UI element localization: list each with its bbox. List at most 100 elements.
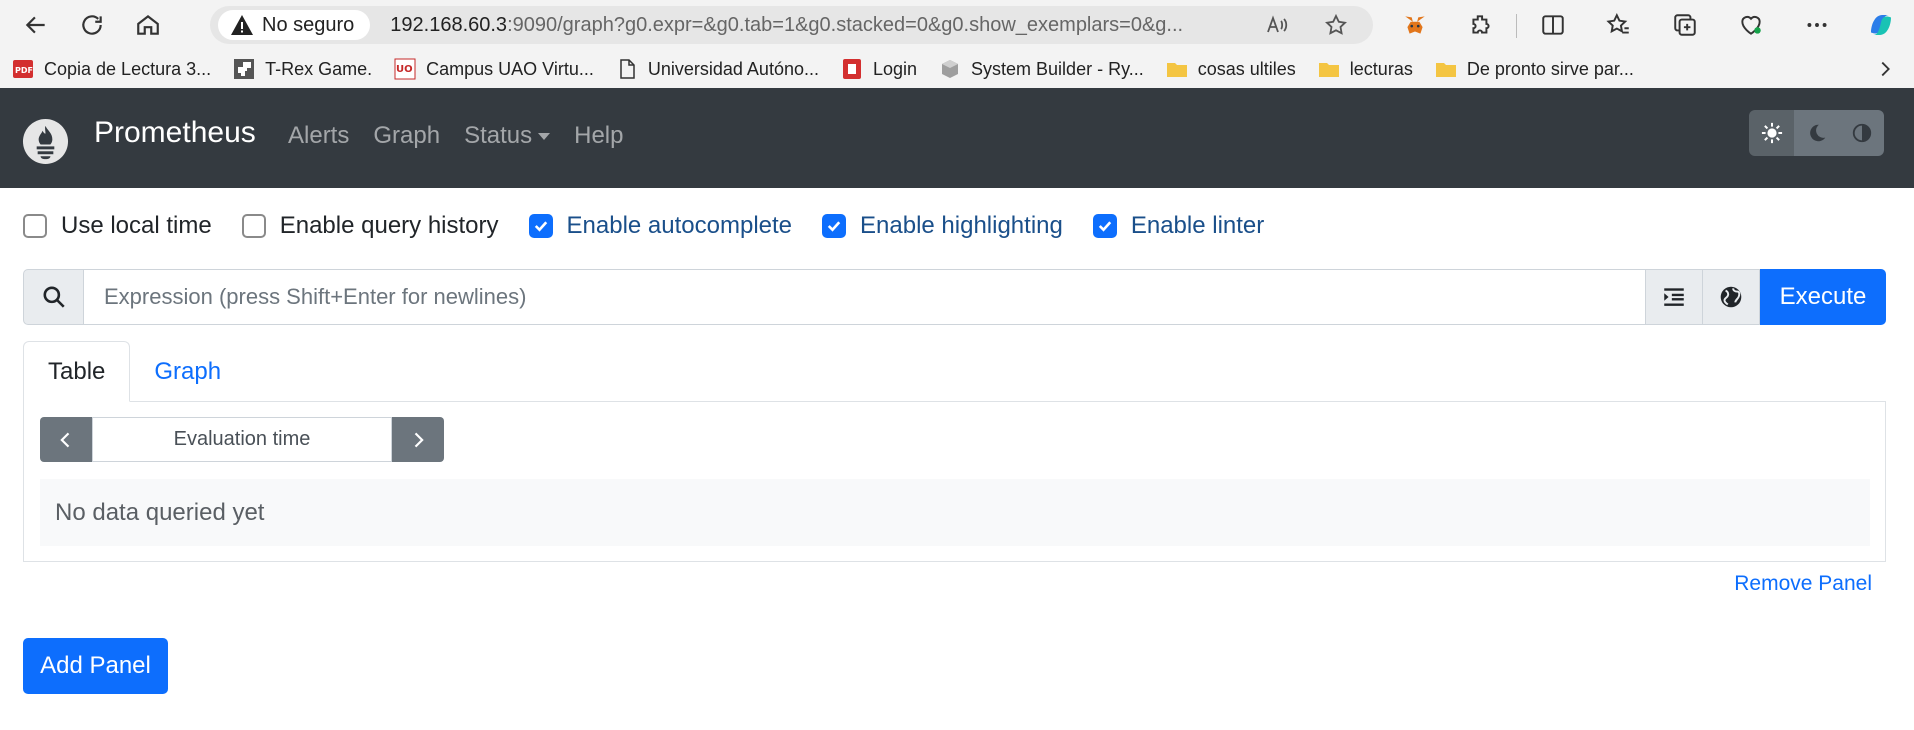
bookmark-item[interactable]: lecturas (1318, 58, 1413, 80)
prometheus-logo-icon[interactable] (22, 118, 69, 165)
add-panel-button[interactable]: Add Panel (23, 638, 168, 694)
bookmark-label: Campus UAO Virtu... (426, 58, 594, 79)
autocomplete-label: Enable autocomplete (566, 212, 793, 239)
folder-icon (1166, 58, 1188, 80)
linter-checkbox[interactable] (1092, 214, 1117, 238)
nav-alerts[interactable]: Alerts (288, 122, 349, 150)
dark-theme-button[interactable] (1794, 110, 1839, 156)
svg-text:PDF: PDF (15, 66, 33, 75)
bookmark-item[interactable]: System Builder - Ry... (939, 58, 1144, 80)
evaluation-time-control (40, 417, 444, 462)
more-menu-icon[interactable] (1804, 12, 1830, 38)
format-expression-button[interactable] (1646, 269, 1703, 325)
bookmark-item[interactable]: Login (841, 58, 917, 80)
tab-graph[interactable]: Graph (130, 341, 245, 402)
back-button[interactable] (8, 0, 64, 50)
page-icon (616, 58, 638, 80)
bookmark-label: cosas ultiles (1197, 58, 1296, 79)
autocomplete-option[interactable]: Enable autocomplete (528, 212, 793, 240)
evaluation-time-input[interactable] (92, 417, 392, 462)
eval-time-forward-button[interactable] (392, 417, 444, 462)
read-aloud-icon[interactable] (1265, 13, 1289, 37)
bookmark-item[interactable]: UO Campus UAO Virtu... (394, 58, 594, 80)
theme-switcher (1749, 110, 1884, 156)
indent-format-icon (1664, 288, 1684, 306)
table-panel: No data queried yet (23, 401, 1886, 562)
expression-bar: Execute (23, 269, 1886, 325)
panel-tabs: Table Graph (23, 341, 1886, 402)
search-icon (42, 286, 65, 308)
bookmark-item[interactable]: PDF Copia de Lectura 3... (12, 58, 211, 80)
bookmark-item[interactable]: T-Rex Game. (233, 58, 372, 80)
metrics-explorer-button[interactable] (1703, 269, 1760, 325)
linter-option[interactable]: Enable linter (1092, 212, 1265, 240)
chevron-left-icon (60, 432, 70, 447)
home-button[interactable] (120, 0, 176, 50)
uao-icon: UO (394, 58, 416, 80)
bookmark-label: Copia de Lectura 3... (44, 58, 212, 79)
query-options: Use local time Enable query history Enab… (23, 212, 1294, 240)
url-path: :9090/graph?g0.expr=&g0.tab=1&g0.stacked… (507, 13, 1184, 36)
nav-status-label: Status (464, 122, 533, 149)
warning-icon (231, 15, 253, 35)
light-theme-button[interactable] (1749, 110, 1794, 156)
bookmark-label: System Builder - Ry... (971, 58, 1144, 79)
address-bar[interactable]: No seguro 192.168.60.3:9090/graph?g0.exp… (210, 6, 1373, 44)
check-icon (534, 221, 547, 232)
pdf-icon: PDF (12, 58, 34, 80)
brand-title[interactable]: Prometheus (94, 116, 256, 150)
bookmark-item[interactable]: cosas ultiles (1166, 58, 1296, 80)
split-screen-icon[interactable] (1540, 12, 1566, 38)
folder-icon (1435, 58, 1457, 80)
eval-time-back-button[interactable] (40, 417, 92, 462)
copilot-icon[interactable] (1866, 10, 1896, 40)
expression-input[interactable] (84, 269, 1646, 325)
chevron-right-icon (414, 432, 424, 447)
check-icon (827, 221, 841, 232)
browser-essentials-icon[interactable] (1738, 12, 1764, 38)
login-icon (841, 58, 863, 80)
linter-label: Enable linter (1130, 212, 1265, 239)
collections-icon[interactable] (1672, 12, 1698, 38)
execute-button[interactable]: Execute (1760, 269, 1886, 325)
use-local-time-label: Use local time (61, 212, 212, 239)
browser-toolbar: No seguro 192.168.60.3:9090/graph?g0.exp… (0, 0, 1914, 50)
bookmark-label: Login (872, 58, 918, 79)
extensions-puzzle-icon[interactable] (1468, 12, 1494, 38)
bookmark-label: Universidad Autóno... (647, 58, 819, 79)
tab-table[interactable]: Table (23, 341, 131, 402)
chevron-right-icon[interactable] (1874, 58, 1896, 80)
expression-search-addon (23, 269, 84, 325)
nav-graph[interactable]: Graph (373, 122, 440, 150)
highlighting-checkbox[interactable] (822, 214, 847, 238)
favorite-star-icon[interactable] (1324, 13, 1348, 37)
query-history-checkbox[interactable] (241, 214, 266, 238)
auto-theme-button[interactable] (1839, 110, 1884, 156)
highlighting-option[interactable]: Enable highlighting (822, 212, 1063, 240)
refresh-button[interactable] (64, 0, 120, 50)
nav-help[interactable]: Help (574, 122, 623, 150)
url-host: 192.168.60.3 (390, 13, 508, 36)
bookmark-label: T-Rex Game. (265, 58, 373, 79)
remove-panel-link[interactable]: Remove Panel (1734, 572, 1872, 596)
trex-icon (233, 58, 255, 80)
query-history-label: Enable query history (279, 212, 499, 239)
contrast-icon (1852, 123, 1871, 143)
highlighting-label: Enable highlighting (860, 212, 1063, 239)
favorites-icon[interactable] (1606, 12, 1632, 38)
sun-icon (1761, 122, 1782, 144)
autocomplete-checkbox[interactable] (528, 214, 553, 238)
metamask-fox-icon[interactable] (1402, 12, 1428, 38)
query-history-option[interactable]: Enable query history (241, 212, 499, 240)
bookmark-item[interactable]: Universidad Autóno... (616, 58, 819, 80)
back-arrow-icon (25, 16, 45, 34)
use-local-time-option[interactable]: Use local time (23, 212, 212, 240)
refresh-icon (82, 15, 102, 35)
bookmark-item[interactable]: De pronto sirve par... (1435, 58, 1634, 80)
url-text[interactable]: 192.168.60.3:9090/graph?g0.expr=&g0.tab=… (390, 14, 1220, 37)
toolbar-divider (1516, 14, 1517, 38)
caret-down-icon (538, 132, 551, 140)
security-indicator[interactable]: No seguro (218, 10, 371, 40)
nav-status-dropdown[interactable]: Status (464, 122, 551, 150)
use-local-time-checkbox[interactable] (23, 214, 47, 238)
